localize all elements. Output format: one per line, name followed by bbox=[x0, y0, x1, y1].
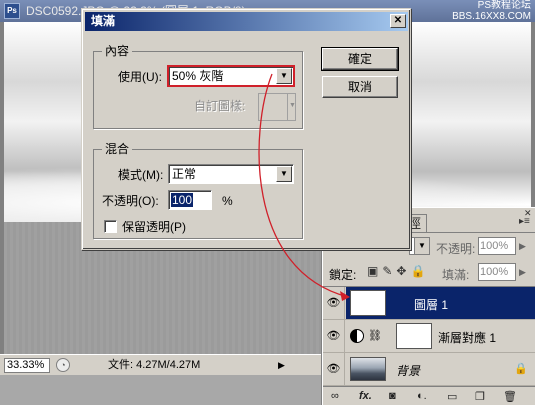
link-chain-icon[interactable]: ⛓ bbox=[368, 329, 382, 342]
blend-mode-select[interactable]: ▼ bbox=[409, 237, 430, 255]
trash-icon[interactable]: 🗑 bbox=[503, 390, 517, 403]
panel-menu-icon[interactable]: ▸≡ bbox=[519, 216, 530, 227]
adjustment-icon[interactable]: ◐. bbox=[417, 390, 427, 402]
use-select-value: 50% 灰階 bbox=[172, 69, 224, 83]
preserve-transparency-label[interactable]: 保留透明(P) bbox=[122, 220, 186, 234]
lock-options-icons[interactable]: ▣✎✥🔒 bbox=[367, 264, 429, 278]
opacity-input[interactable]: 100 bbox=[168, 190, 212, 210]
layer-list: 👁 圖層 1 👁 ⛓ 漸層對應 1 👁 背景 🔒 bbox=[323, 286, 535, 386]
ok-button[interactable]: 確定 bbox=[321, 47, 399, 71]
blending-group-label: 混合 bbox=[102, 142, 133, 156]
eye-icon[interactable]: 👁 bbox=[323, 320, 345, 352]
layer-row-body[interactable]: ⛓ 漸層對應 1 bbox=[346, 320, 535, 352]
layer-name: 圖層 1 bbox=[414, 298, 449, 312]
status-menu-arrow-icon[interactable]: ▶ bbox=[278, 360, 285, 371]
zoom-field[interactable]: 33.33% bbox=[4, 358, 50, 373]
eye-icon[interactable]: 👁 bbox=[323, 353, 345, 385]
chevron-down-icon: ▼ bbox=[276, 166, 292, 182]
pattern-divider bbox=[287, 94, 288, 120]
dialog-title: 填滿 bbox=[91, 14, 116, 28]
layer-row-body[interactable]: 圖層 1 bbox=[346, 287, 535, 319]
watermark-line1: PS教程论坛 bbox=[477, 0, 531, 11]
layer-mask-thumbnail bbox=[396, 323, 432, 349]
cancel-button[interactable]: 取消 bbox=[322, 76, 398, 98]
watermark: PS教程论坛 BBS.16XX8.COM bbox=[452, 0, 531, 22]
dialog-titlebar[interactable]: 填滿 ✕ bbox=[85, 12, 408, 31]
preserve-transparency-checkbox[interactable] bbox=[104, 220, 117, 233]
layer-fill-field[interactable]: 100% bbox=[478, 263, 516, 281]
mask-icon[interactable]: ◙ bbox=[389, 390, 396, 402]
close-icon[interactable]: ✕ bbox=[390, 14, 406, 28]
mode-select-value: 正常 bbox=[172, 167, 197, 181]
layer-row[interactable]: 👁 ⛓ 漸層對應 1 bbox=[323, 320, 535, 353]
status-info-icon[interactable]: ◔ bbox=[56, 358, 70, 372]
layer-fill-label: 填滿: bbox=[442, 268, 470, 282]
use-label: 使用(U): bbox=[118, 70, 162, 84]
layer-opacity-label: 不透明: bbox=[436, 242, 476, 256]
new-layer-icon[interactable]: ❐ bbox=[475, 390, 485, 403]
lock-icon: 🔒 bbox=[514, 363, 528, 375]
link-icon[interactable]: ∞ bbox=[331, 390, 339, 402]
group-icon[interactable]: ▭ bbox=[447, 390, 457, 403]
opacity-value: 100 bbox=[171, 193, 194, 207]
fill-arrow-icon[interactable]: ▶ bbox=[519, 267, 526, 278]
opacity-label: 不透明(O): bbox=[102, 194, 159, 208]
file-size-info: 文件: 4.27M/4.27M bbox=[108, 359, 201, 371]
layer-name: 背景 bbox=[396, 364, 421, 378]
photoshop-icon: Ps bbox=[4, 3, 20, 19]
custom-pattern-label: 自訂圖樣: bbox=[194, 99, 246, 113]
layer-thumbnail bbox=[350, 290, 386, 316]
layer-thumbnail bbox=[350, 357, 386, 381]
opacity-arrow-icon[interactable]: ▶ bbox=[519, 241, 526, 252]
eye-icon[interactable]: 👁 bbox=[323, 287, 345, 319]
lock-label: 鎖定: bbox=[329, 268, 357, 282]
chevron-down-icon: ▼ bbox=[414, 238, 429, 254]
fx-icon[interactable]: fx. bbox=[359, 390, 372, 402]
layer-name: 漸層對應 1 bbox=[438, 331, 497, 345]
chevron-down-icon: ▼ bbox=[276, 68, 292, 84]
layer-row[interactable]: 👁 背景 🔒 bbox=[323, 353, 535, 386]
mode-label: 模式(M): bbox=[118, 168, 164, 182]
contents-group-label: 內容 bbox=[102, 44, 133, 58]
layer-row[interactable]: 👁 圖層 1 bbox=[323, 287, 535, 320]
use-select[interactable]: 50% 灰階 ▼ bbox=[167, 65, 295, 87]
layers-lock-row: 鎖定: ▣✎✥🔒 填滿: 100% ▶ bbox=[323, 261, 535, 285]
layers-footer: ∞ fx. ◙ ◐. ▭ ❐ 🗑 bbox=[323, 386, 535, 405]
layer-row-body[interactable]: 背景 🔒 bbox=[346, 353, 535, 385]
adjustment-layer-icon bbox=[350, 329, 364, 343]
watermark-line2: BBS.16XX8.COM bbox=[452, 11, 531, 22]
layer-opacity-field[interactable]: 100% bbox=[478, 237, 516, 255]
fill-dialog: 填滿 ✕ 內容 使用(U): 50% 灰階 ▼ 自訂圖樣: ▼ 混合 模式(M)… bbox=[81, 8, 411, 250]
opacity-unit: % bbox=[222, 194, 233, 208]
custom-pattern-picker: ▼ bbox=[258, 93, 296, 121]
chevron-down-icon: ▼ bbox=[289, 102, 296, 109]
mode-select[interactable]: 正常 ▼ bbox=[168, 164, 294, 184]
